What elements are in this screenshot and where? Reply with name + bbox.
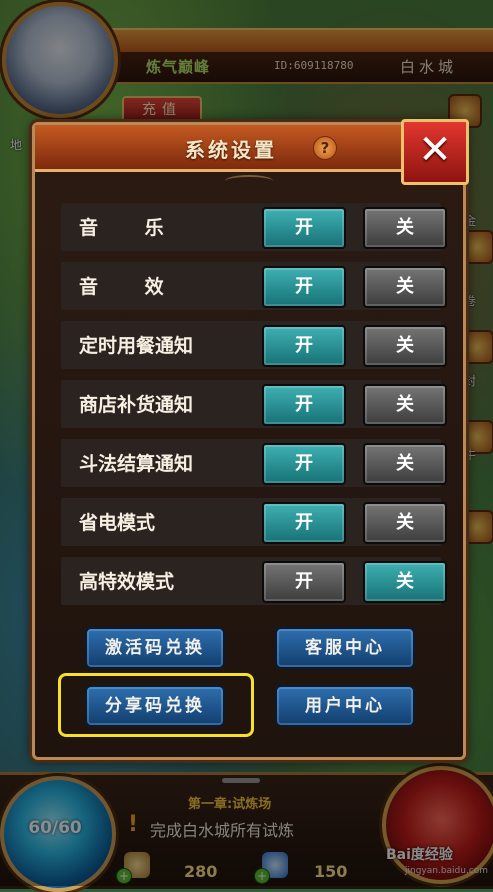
duel-notify-on-button[interactable]: 开 xyxy=(262,443,346,485)
setting-label: 高特效模式 xyxy=(79,571,175,593)
meal-notify-on-button[interactable]: 开 xyxy=(262,325,346,367)
power-saving-off-button[interactable]: 关 xyxy=(363,502,447,544)
setting-row-power-saving: 省电模式 开 关 xyxy=(61,494,447,550)
user-center-button[interactable]: 用户中心 xyxy=(275,685,415,727)
setting-row-music: 音 乐 开 关 xyxy=(61,199,447,255)
help-icon[interactable]: ? xyxy=(313,136,337,160)
high-effects-on-button[interactable]: 开 xyxy=(262,561,346,603)
setting-label: 定时用餐通知 xyxy=(79,335,194,357)
activate-code-button[interactable]: 激活码兑换 xyxy=(85,627,225,669)
sound-on-button[interactable]: 开 xyxy=(262,266,346,308)
setting-row-meal-notify: 定时用餐通知 开 关 xyxy=(61,317,447,373)
setting-label: 音 乐 xyxy=(79,217,184,239)
setting-row-sound: 音 效 开 关 xyxy=(61,258,447,314)
setting-label: 斗法结算通知 xyxy=(79,453,194,475)
music-on-button[interactable]: 开 xyxy=(262,207,346,249)
settings-dialog: 系统设置 ? ✕ 音 乐 开 关 音 效 开 关 定时用餐通知 开 关 商店补货… xyxy=(32,119,469,760)
setting-label: 省电模式 xyxy=(79,512,156,534)
dialog-title: 系统设置 xyxy=(185,138,277,162)
setting-label: 音 效 xyxy=(79,276,184,298)
dialog-header: 系统设置 ? xyxy=(35,125,463,172)
setting-label: 商店补货通知 xyxy=(79,394,194,416)
music-off-button[interactable]: 关 xyxy=(363,207,447,249)
meal-notify-off-button[interactable]: 关 xyxy=(363,325,447,367)
close-button[interactable]: ✕ xyxy=(401,119,469,185)
customer-service-button[interactable]: 客服中心 xyxy=(275,627,415,669)
power-saving-on-button[interactable]: 开 xyxy=(262,502,346,544)
shop-notify-off-button[interactable]: 关 xyxy=(363,384,447,426)
setting-row-duel-notify: 斗法结算通知 开 关 xyxy=(61,435,447,491)
share-code-highlight-frame xyxy=(58,673,254,737)
setting-row-high-effects: 高特效模式 开 关 xyxy=(61,553,447,609)
sound-off-button[interactable]: 关 xyxy=(363,266,447,308)
setting-row-shop-notify: 商店补货通知 开 关 xyxy=(61,376,447,432)
header-ornament xyxy=(225,175,273,187)
high-effects-off-button[interactable]: 关 xyxy=(363,561,447,603)
shop-notify-on-button[interactable]: 开 xyxy=(262,384,346,426)
duel-notify-off-button[interactable]: 关 xyxy=(363,443,447,485)
